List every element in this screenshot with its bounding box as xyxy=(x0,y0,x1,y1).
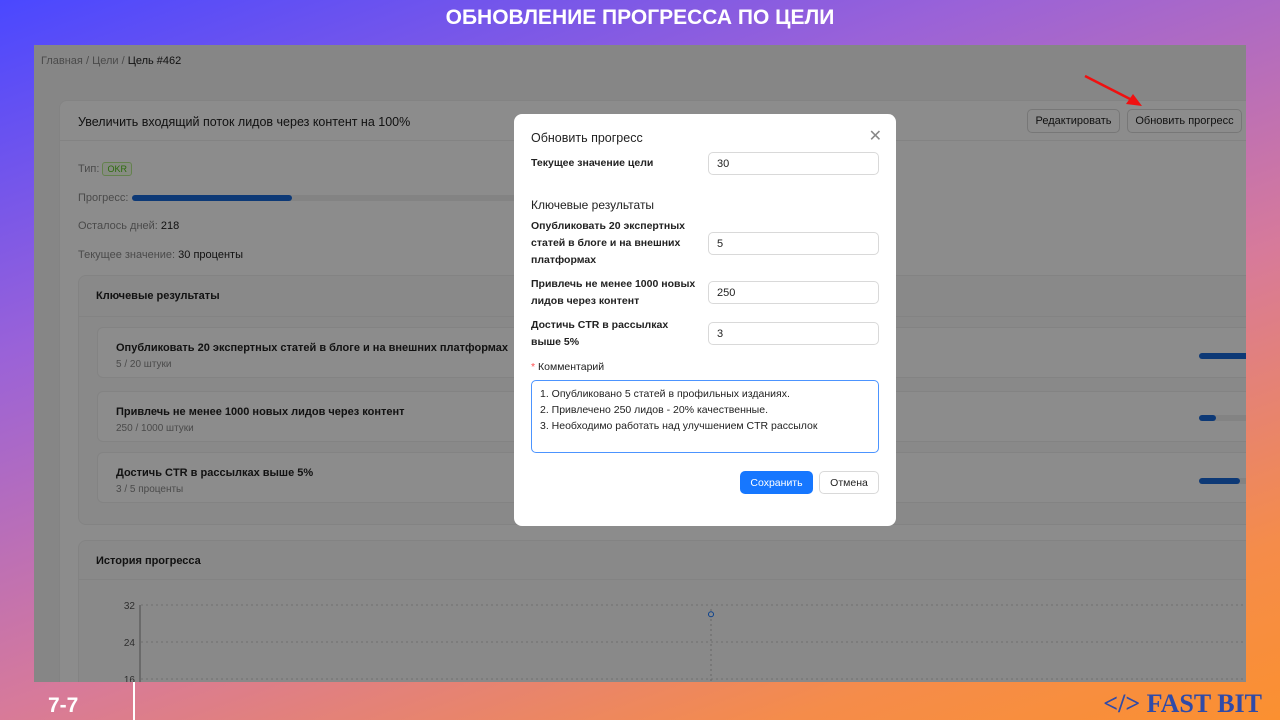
annotation-arrow xyxy=(1084,74,1142,106)
divider xyxy=(133,682,135,720)
page-number: 7-7 xyxy=(48,694,79,717)
brand-logo: </> FAST BIT xyxy=(1103,689,1262,718)
